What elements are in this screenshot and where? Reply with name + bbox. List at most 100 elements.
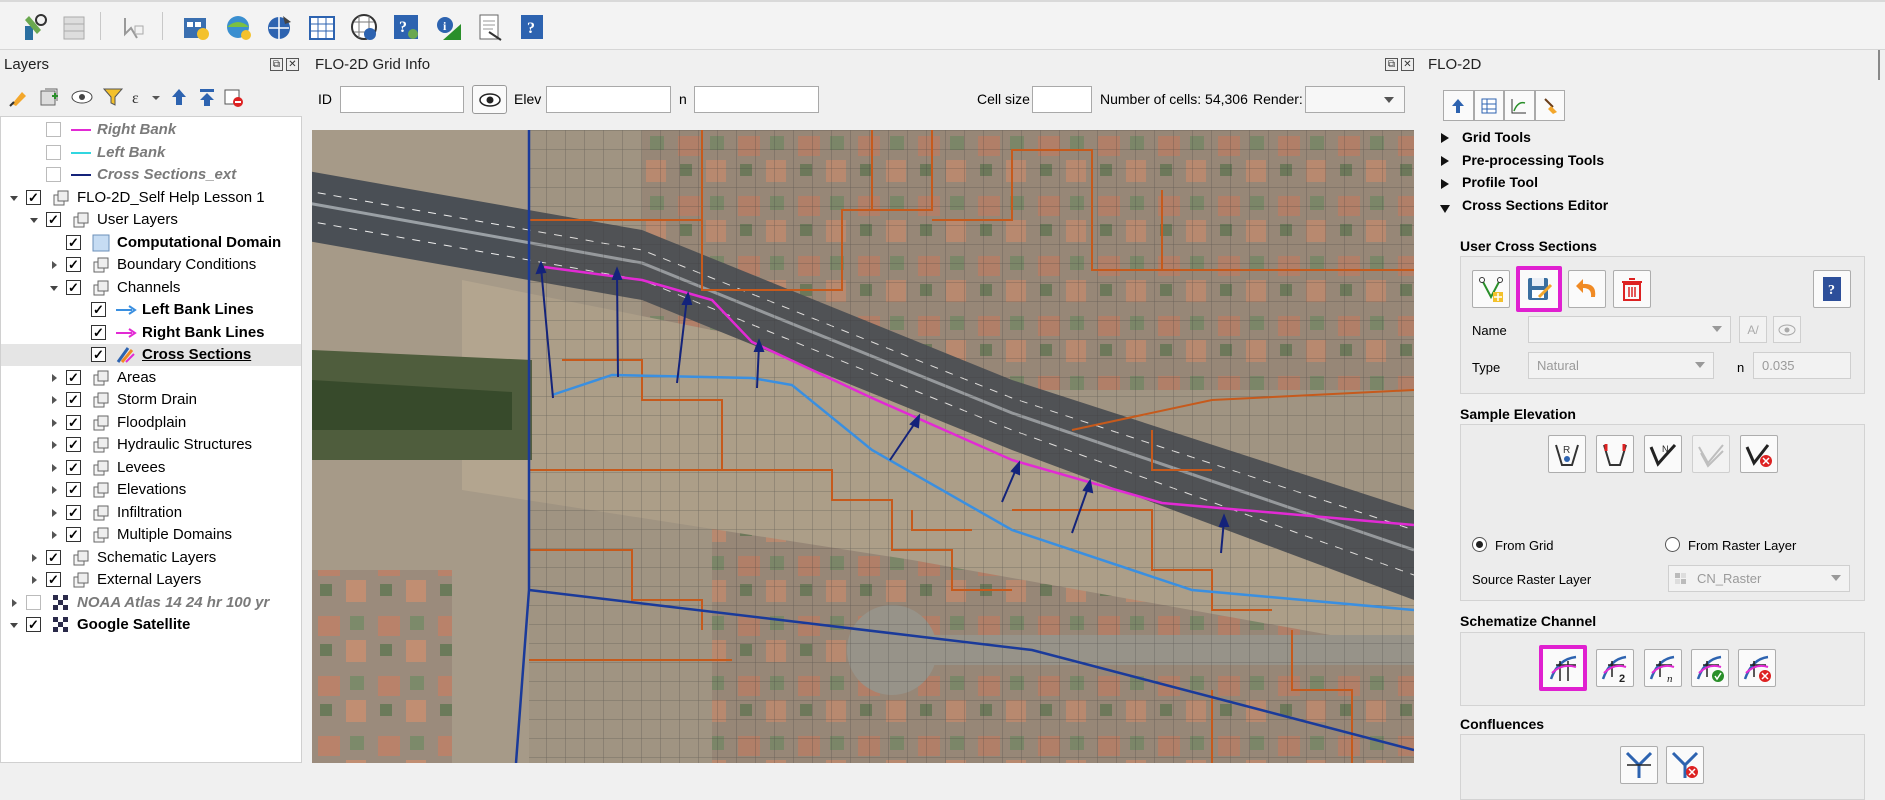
float-panel-icon[interactable]: ⧉ [1385, 58, 1398, 71]
import-ras-icon[interactable] [222, 11, 254, 43]
layer-row[interactable]: ✓ Elevations [1, 479, 301, 501]
plot-icon[interactable] [1504, 90, 1535, 121]
layer-visibility-checkbox[interactable]: ✓ [66, 392, 81, 407]
layer-row[interactable]: ✓ FLO-2D_Self Help Lesson 1 [1, 187, 301, 209]
section-cross-sections-editor[interactable]: Cross Sections Editor [1462, 197, 1608, 213]
layer-visibility-checkbox[interactable]: ✓ [66, 527, 81, 542]
eye-icon[interactable] [1773, 316, 1801, 343]
import-gds-icon[interactable] [180, 11, 212, 43]
name-dropdown[interactable] [1528, 316, 1731, 343]
expand-arrow-icon[interactable] [49, 485, 59, 495]
add-cross-section-button[interactable] [1472, 270, 1510, 308]
layer-row[interactable]: ✓ Floodplain [1, 412, 301, 434]
type-dropdown[interactable]: Natural [1528, 352, 1714, 379]
schematize-step2-button[interactable]: 2 [1596, 649, 1634, 687]
schematize-confirm-button[interactable] [1691, 649, 1729, 687]
layer-row[interactable]: Cross Sections_ext [1, 164, 301, 186]
layers-tree[interactable]: Right Bank Left Bank Cross Sections_ext ✓ FL… [0, 116, 302, 763]
collapse-arrow-icon[interactable] [49, 283, 59, 293]
layer-row[interactable]: ✓ Computational Domain [1, 232, 301, 254]
expand-arrow-icon[interactable] [49, 463, 59, 473]
close-panel-icon[interactable]: ✕ [1401, 58, 1414, 71]
from-raster-radio[interactable] [1665, 537, 1680, 552]
layer-row[interactable]: ✓ External Layers [1, 569, 301, 591]
eye-button[interactable] [472, 85, 507, 114]
collapse-arrow-icon[interactable] [29, 215, 39, 225]
layer-visibility-checkbox[interactable] [46, 122, 61, 137]
layer-row[interactable]: ✓ Cross Sections [1, 344, 301, 366]
collapse-all-icon[interactable] [196, 86, 218, 108]
expand-arrow-icon[interactable] [49, 530, 59, 540]
layer-visibility-checkbox[interactable]: ✓ [66, 414, 81, 430]
upload-icon[interactable] [1443, 90, 1474, 121]
expand-arrow-icon[interactable] [29, 553, 39, 563]
source-raster-dropdown[interactable]: CN_Raster [1668, 565, 1850, 592]
report-icon[interactable] [474, 11, 506, 43]
expand-arrow-icon[interactable] [49, 440, 59, 450]
help-button[interactable]: ? [1813, 270, 1851, 308]
layer-visibility-checkbox[interactable] [26, 594, 41, 610]
sample-disabled-button[interactable] [1692, 435, 1730, 473]
layer-visibility-checkbox[interactable]: ✓ [66, 369, 81, 385]
remove-layer-icon[interactable] [222, 86, 244, 108]
layer-visibility-checkbox[interactable]: ✓ [66, 504, 81, 520]
expand-all-icon[interactable] [168, 86, 190, 108]
table-editor-icon[interactable] [1473, 90, 1504, 121]
save-cross-section-edits-button[interactable] [1516, 266, 1562, 312]
collapse-arrow-icon[interactable] [9, 193, 19, 203]
sample-clear-button[interactable] [1740, 435, 1778, 473]
layer-visibility-checkbox[interactable]: ✓ [91, 302, 106, 317]
layer-row[interactable]: Right Bank [1, 119, 301, 141]
filter-expression-icon[interactable]: ε [130, 86, 160, 108]
flo2d-wrench-icon[interactable] [18, 11, 50, 43]
expand-profile-tool-icon[interactable] [1440, 177, 1450, 193]
expand-grid-tools-icon[interactable] [1440, 131, 1450, 147]
render-dropdown[interactable] [1305, 86, 1405, 113]
section-preprocessing-tools[interactable]: Pre-processing Tools [1462, 152, 1604, 168]
expand-arrow-icon[interactable] [49, 418, 59, 428]
layer-row[interactable]: ✓ Channels [1, 277, 301, 299]
layer-visibility-checkbox[interactable]: ✓ [66, 279, 81, 295]
filter-icon[interactable] [102, 86, 124, 108]
map-canvas[interactable] [312, 130, 1414, 763]
expand-arrow-icon[interactable] [29, 575, 39, 585]
from-grid-radio[interactable] [1472, 537, 1487, 552]
collapse-cross-sections-icon[interactable] [1439, 201, 1451, 217]
expand-arrow-icon[interactable] [49, 260, 59, 270]
grid-table-icon[interactable] [58, 11, 90, 43]
layer-visibility-checkbox[interactable]: ✓ [26, 617, 41, 632]
cross-section-info-icon[interactable]: ? [390, 11, 422, 43]
layer-visibility-checkbox[interactable]: ✓ [66, 257, 81, 272]
layer-row[interactable]: ✓ Right Bank Lines [1, 322, 301, 344]
sample-natural-button[interactable]: N [1644, 435, 1682, 473]
expand-preprocessing-icon[interactable] [1440, 154, 1450, 170]
schematize-delete-button[interactable] [1738, 649, 1776, 687]
layer-visibility-checkbox[interactable]: ✓ [26, 189, 41, 205]
delete-cross-section-button[interactable] [1613, 270, 1651, 308]
layer-visibility-checkbox[interactable]: ✓ [66, 234, 81, 250]
layer-visibility-checkbox[interactable]: ✓ [46, 549, 61, 565]
sample-bank-elevation-button[interactable] [1596, 435, 1634, 473]
layer-visibility-checkbox[interactable]: ✓ [66, 459, 81, 475]
profile-icon[interactable]: i [432, 11, 464, 43]
layer-row[interactable]: ✓ Levees [1, 457, 301, 479]
layer-visibility-checkbox[interactable]: ✓ [46, 212, 61, 227]
layer-row[interactable]: ✓ Schematic Layers [1, 547, 301, 569]
add-group-icon[interactable] [38, 86, 60, 108]
layer-visibility-checkbox[interactable]: ✓ [66, 482, 81, 497]
expand-arrow-icon[interactable] [49, 373, 59, 383]
expand-arrow-icon[interactable] [9, 598, 19, 608]
n-input[interactable] [694, 86, 819, 113]
elev-input[interactable] [546, 86, 671, 113]
revert-button[interactable] [1568, 270, 1606, 308]
globe-tool-icon[interactable] [264, 11, 296, 43]
delete-confluence-button[interactable] [1666, 746, 1704, 784]
add-confluence-button[interactable] [1620, 746, 1658, 784]
layer-visibility-checkbox[interactable] [46, 144, 61, 160]
rename-icon[interactable]: A/ [1739, 316, 1767, 343]
layer-visibility-checkbox[interactable]: ✓ [46, 572, 61, 587]
schematize-n-button[interactable]: n [1644, 649, 1682, 687]
layer-row[interactable]: ✓ Google Satellite [1, 614, 301, 636]
info-tool-icon[interactable] [348, 11, 380, 43]
layer-visibility-checkbox[interactable]: ✓ [91, 347, 106, 362]
